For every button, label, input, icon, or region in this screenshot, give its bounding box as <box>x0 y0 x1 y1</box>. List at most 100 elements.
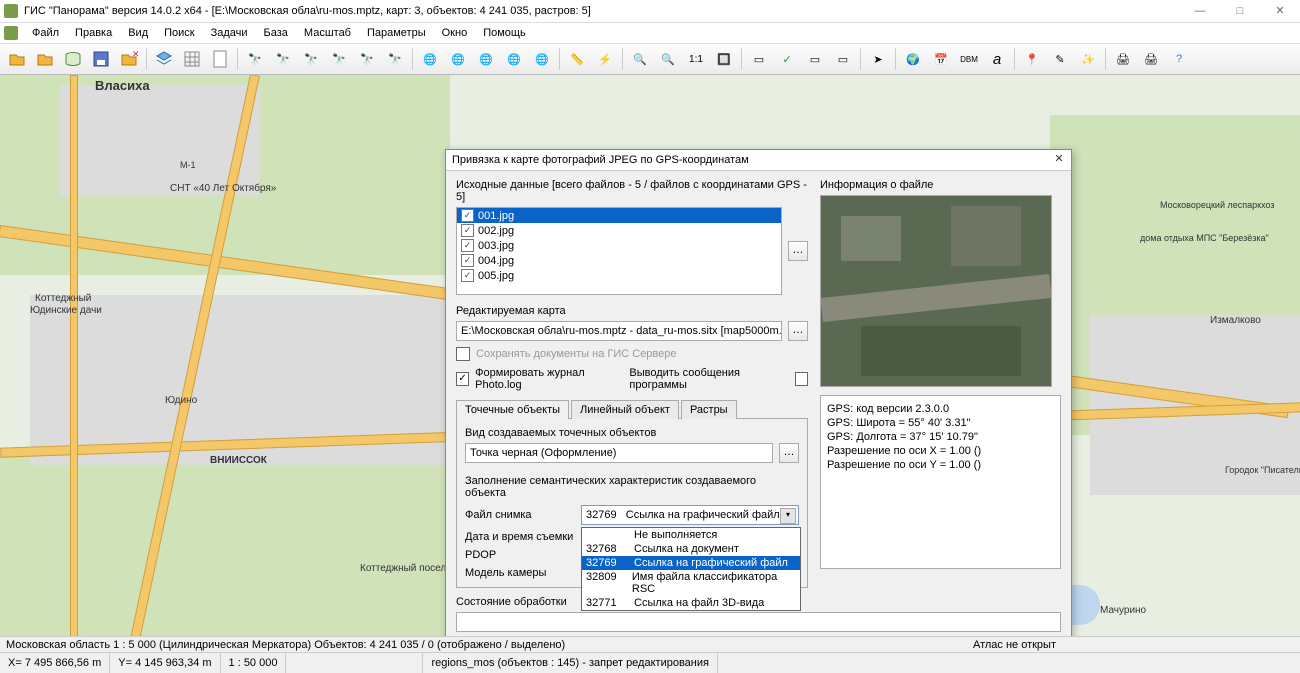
dropdown-option[interactable]: Не выполняется <box>582 528 800 542</box>
print-icon[interactable]: 🖨 <box>1110 46 1136 72</box>
gps-info-line: GPS: код версии 2.3.0.0 <box>827 402 1054 416</box>
zoom-out-icon[interactable]: 🔍 <box>627 46 653 72</box>
file-row[interactable]: ✓004.jpg <box>457 253 781 268</box>
menu-database[interactable]: База <box>258 25 294 41</box>
gps-info-line: GPS: Долгота = 37° 15' 10.79" <box>827 430 1054 444</box>
menubar: Файл Правка Вид Поиск Задачи База Масшта… <box>0 23 1300 43</box>
open-icon[interactable] <box>4 46 30 72</box>
select-check-icon[interactable]: ✓ <box>774 46 800 72</box>
menu-options[interactable]: Параметры <box>361 25 432 41</box>
binoc1-icon[interactable]: 🔭 <box>242 46 268 72</box>
server-checkbox[interactable] <box>456 347 470 361</box>
maximize-button[interactable]: □ <box>1220 0 1260 22</box>
ruler-icon[interactable]: 📏 <box>564 46 590 72</box>
gps-info-line: Разрешение по оси X = 1.00 () <box>827 444 1054 458</box>
layers-icon[interactable] <box>151 46 177 72</box>
dialog-close-button[interactable]: ✕ <box>1051 152 1067 168</box>
file-checkbox[interactable]: ✓ <box>461 269 474 282</box>
earth-icon[interactable]: 🌍 <box>900 46 926 72</box>
point-type-browse[interactable]: … <box>779 443 799 463</box>
menu-view[interactable]: Вид <box>122 25 154 41</box>
globe3-icon[interactable]: 🌐 <box>473 46 499 72</box>
menu-edit[interactable]: Правка <box>69 25 118 41</box>
menu-tasks[interactable]: Задачи <box>205 25 254 41</box>
binoc5-icon[interactable]: 🔭 <box>354 46 380 72</box>
processing-status <box>456 612 1061 632</box>
toolbar: ✕ 🔭 🔭 🔭 🔭 🔭 🔭 🌐 🌐 🌐 🌐 🌐 📏 ⚡ 🔍 🔍 1:1 🔲 ▭ … <box>0 43 1300 75</box>
arrow-icon[interactable]: ➤ <box>865 46 891 72</box>
select-rect-icon[interactable]: ▭ <box>746 46 772 72</box>
dropdown-option[interactable]: 32768Ссылка на документ <box>582 542 800 556</box>
sem-date-label: Дата и время съемки <box>465 531 575 543</box>
select-obj-icon[interactable]: ▭ <box>802 46 828 72</box>
globe5-icon[interactable]: 🌐 <box>529 46 555 72</box>
file-row[interactable]: ✓002.jpg <box>457 223 781 238</box>
statusbar-lower: X= 7 495 866,56 m Y= 4 145 963,34 m 1 : … <box>0 652 1300 673</box>
dropdown-option[interactable]: 32809Имя файла классификатора RSC <box>582 570 800 596</box>
minimize-button[interactable]: — <box>1180 0 1220 22</box>
menu-search[interactable]: Поиск <box>158 25 200 41</box>
map-path-input[interactable]: E:\Московская обла\ru-mos.mptz - data_ru… <box>456 321 782 341</box>
sem-file-combo[interactable]: 32769 Ссылка на графический файл ▾ <box>581 505 799 525</box>
svg-text:✕: ✕ <box>132 50 138 59</box>
file-row[interactable]: ✓ 005.jpg <box>457 268 781 283</box>
zoom-in-icon[interactable]: 🔍 <box>655 46 681 72</box>
open2-icon[interactable] <box>32 46 58 72</box>
binoc3-icon[interactable]: 🔭 <box>298 46 324 72</box>
pin-icon[interactable]: 📍 <box>1019 46 1045 72</box>
help-icon[interactable]: ? <box>1166 46 1192 72</box>
browse-map-button[interactable]: … <box>788 321 808 341</box>
zoom-fit-icon[interactable]: 🔲 <box>711 46 737 72</box>
log-label: Формировать журнал Photo.log <box>475 367 623 391</box>
zoom-11-icon[interactable]: 1:1 <box>683 46 709 72</box>
print2-icon[interactable]: 🖨 <box>1138 46 1164 72</box>
doc-icon[interactable] <box>207 46 233 72</box>
browse-files-button[interactable]: … <box>788 241 808 261</box>
dropdown-option[interactable]: 32771Ссылка на файл 3D-вида <box>582 596 800 610</box>
globe4-icon[interactable]: 🌐 <box>501 46 527 72</box>
file-list[interactable]: ✓001.jpg✓002.jpg✓003.jpg✓004.jpg✓005.jpg <box>456 207 782 295</box>
binoc4-icon[interactable]: 🔭 <box>326 46 352 72</box>
menu-window[interactable]: Окно <box>436 25 474 41</box>
pencil-icon[interactable]: ✎ <box>1047 46 1073 72</box>
calendar-icon[interactable]: 📅 <box>928 46 954 72</box>
chevron-down-icon[interactable]: ▾ <box>780 508 796 524</box>
file-row[interactable]: ✓003.jpg <box>457 238 781 253</box>
globe2-icon[interactable]: 🌐 <box>445 46 471 72</box>
dropdown-option[interactable]: 32769Ссылка на графический файл <box>582 556 800 570</box>
tab-point[interactable]: Точечные объекты <box>456 400 569 419</box>
menu-file[interactable]: Файл <box>26 25 65 41</box>
save-icon[interactable] <box>88 46 114 72</box>
sem-dropdown-list[interactable]: Не выполняется32768Ссылка на документ327… <box>581 527 801 611</box>
point-type-input[interactable]: Точка черная (Оформление) <box>465 443 773 463</box>
map-canvas[interactable]: Власиха СНТ «40 Лет Октября» Юдинские да… <box>0 75 1300 655</box>
wand-icon[interactable]: ✨ <box>1075 46 1101 72</box>
file-checkbox[interactable]: ✓ <box>461 224 474 237</box>
menu-scale[interactable]: Масштаб <box>298 25 357 41</box>
file-checkbox[interactable]: ✓ <box>461 239 474 252</box>
menu-help[interactable]: Помощь <box>477 25 532 41</box>
status-atlas: Атлас не открыт <box>973 639 1056 651</box>
close-button[interactable]: ✕ <box>1260 0 1300 22</box>
tab-raster[interactable]: Растры <box>681 400 737 419</box>
file-checkbox[interactable]: ✓ <box>461 209 474 222</box>
binoc6-icon[interactable]: 🔭 <box>382 46 408 72</box>
tab-line[interactable]: Линейный объект <box>571 400 679 419</box>
close-file-icon[interactable]: ✕ <box>116 46 142 72</box>
binoc2-icon[interactable]: 🔭 <box>270 46 296 72</box>
file-info-label: Информация о файле <box>820 179 1061 191</box>
bolt-icon[interactable]: ⚡ <box>592 46 618 72</box>
file-checkbox[interactable]: ✓ <box>461 254 474 267</box>
globe1-icon[interactable]: 🌐 <box>417 46 443 72</box>
map-label: Московорецкий леспаркхоз <box>1160 200 1275 210</box>
text-a-icon[interactable]: a <box>984 46 1010 72</box>
file-row[interactable]: ✓001.jpg <box>457 208 781 223</box>
file-name: 005.jpg <box>478 270 514 282</box>
messages-checkbox[interactable] <box>795 372 808 386</box>
select-frame-icon[interactable]: ▭ <box>830 46 856 72</box>
object-type-tabs: Точечные объекты Линейный объект Растры <box>456 399 808 419</box>
grid-icon[interactable] <box>179 46 205 72</box>
db-icon[interactable] <box>60 46 86 72</box>
dbm-icon[interactable]: DBM <box>956 46 982 72</box>
log-checkbox[interactable]: ✓ <box>456 372 469 386</box>
